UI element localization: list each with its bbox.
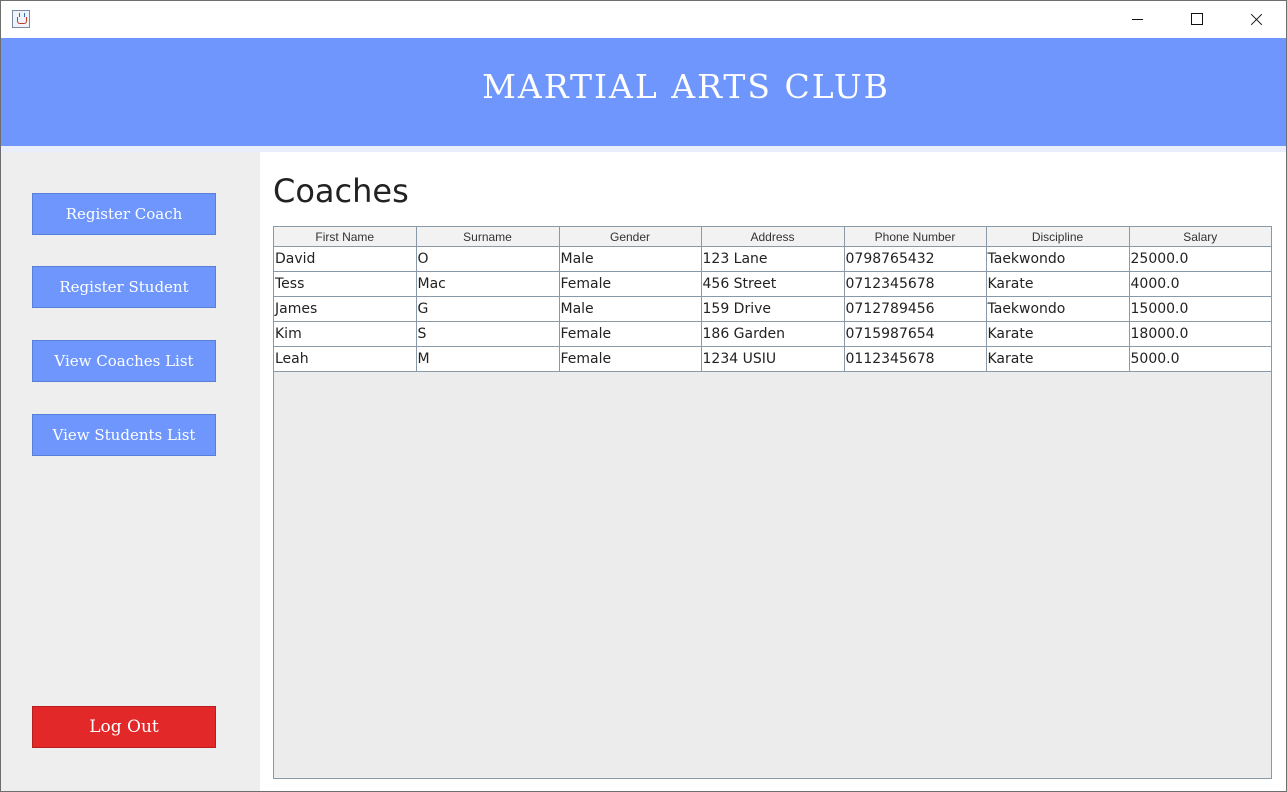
table-cell[interactable]: 186 Garden (700, 321, 845, 347)
table-cell[interactable]: 4000.0 (1128, 271, 1271, 297)
logout-button[interactable]: Log Out (32, 706, 216, 748)
java-cup-icon[interactable] (12, 10, 30, 28)
table-cell[interactable]: Tess (274, 271, 417, 297)
minimize-icon[interactable] (1114, 1, 1160, 38)
view-students-list-button[interactable]: View Students List (32, 414, 216, 456)
table-cell[interactable]: 15000.0 (1128, 296, 1271, 322)
table-cell[interactable]: 123 Lane (700, 246, 845, 272)
table-row[interactable]: Leah M Female 1234 USIU 0112345678 Karat… (274, 346, 1271, 372)
table-cell[interactable]: Karate (985, 321, 1130, 347)
main-content: Coaches First Name Surname Gender Addres… (260, 152, 1286, 791)
table-row[interactable]: Kim S Female 186 Garden 0715987654 Karat… (274, 321, 1271, 347)
column-header-salary[interactable]: Salary (1128, 227, 1271, 247)
table-cell[interactable]: Taekwondo (985, 246, 1130, 272)
app-title: MARTIAL ARTS CLUB (482, 67, 890, 106)
table-cell[interactable]: James (274, 296, 417, 322)
column-header-surname[interactable]: Surname (415, 227, 560, 247)
app-header: MARTIAL ARTS CLUB (1, 38, 1286, 146)
table-cell[interactable]: David (274, 246, 417, 272)
table-cell[interactable]: 0712345678 (843, 271, 987, 297)
column-header-phone-number[interactable]: Phone Number (843, 227, 987, 247)
table-cell[interactable]: M (415, 346, 560, 372)
register-student-button[interactable]: Register Student (32, 266, 216, 308)
page-title: Coaches (273, 172, 409, 210)
close-icon[interactable] (1233, 1, 1279, 38)
table-row[interactable]: James G Male 159 Drive 0712789456 Taekwo… (274, 296, 1271, 322)
table-cell[interactable]: Male (558, 246, 702, 272)
table-cell[interactable]: 0798765432 (843, 246, 987, 272)
table-cell[interactable]: 0715987654 (843, 321, 987, 347)
sidebar: Register Coach Register Student View Coa… (1, 152, 260, 791)
title-bar[interactable] (1, 1, 1286, 38)
view-coaches-list-button[interactable]: View Coaches List (32, 340, 216, 382)
table-cell[interactable]: 456 Street (700, 271, 845, 297)
table-cell[interactable]: Female (558, 346, 702, 372)
register-coach-button[interactable]: Register Coach (32, 193, 216, 235)
column-header-first-name[interactable]: First Name (274, 227, 417, 247)
table-row[interactable]: Tess Mac Female 456 Street 0712345678 Ka… (274, 271, 1271, 297)
table-cell[interactable]: Male (558, 296, 702, 322)
table-cell[interactable]: O (415, 246, 560, 272)
table-cell[interactable]: Female (558, 321, 702, 347)
coaches-table[interactable]: First Name Surname Gender Address Phone … (274, 227, 1271, 372)
table-cell[interactable]: Mac (415, 271, 560, 297)
table-cell[interactable]: Female (558, 271, 702, 297)
app-window: MARTIAL ARTS CLUB Register Coach Registe… (0, 0, 1287, 792)
table-cell[interactable]: 0712789456 (843, 296, 987, 322)
maximize-icon[interactable] (1174, 1, 1220, 38)
table-cell[interactable]: Taekwondo (985, 296, 1130, 322)
column-header-address[interactable]: Address (700, 227, 845, 247)
table-cell[interactable]: 18000.0 (1128, 321, 1271, 347)
table-cell[interactable]: S (415, 321, 560, 347)
column-header-gender[interactable]: Gender (558, 227, 702, 247)
table-cell[interactable]: 25000.0 (1128, 246, 1271, 272)
table-cell[interactable]: Karate (985, 271, 1130, 297)
table-cell[interactable]: 159 Drive (700, 296, 845, 322)
table-cell[interactable]: Leah (274, 346, 417, 372)
table-header-row: First Name Surname Gender Address Phone … (274, 227, 1271, 247)
table-cell[interactable]: G (415, 296, 560, 322)
table-cell[interactable]: 1234 USIU (700, 346, 845, 372)
table-cell[interactable]: 5000.0 (1128, 346, 1271, 372)
coaches-table-scrollpane[interactable]: First Name Surname Gender Address Phone … (273, 226, 1272, 779)
column-header-discipline[interactable]: Discipline (985, 227, 1130, 247)
table-cell[interactable]: Karate (985, 346, 1130, 372)
table-cell[interactable]: 0112345678 (843, 346, 987, 372)
table-row[interactable]: David O Male 123 Lane 0798765432 Taekwon… (274, 246, 1271, 272)
table-cell[interactable]: Kim (274, 321, 417, 347)
